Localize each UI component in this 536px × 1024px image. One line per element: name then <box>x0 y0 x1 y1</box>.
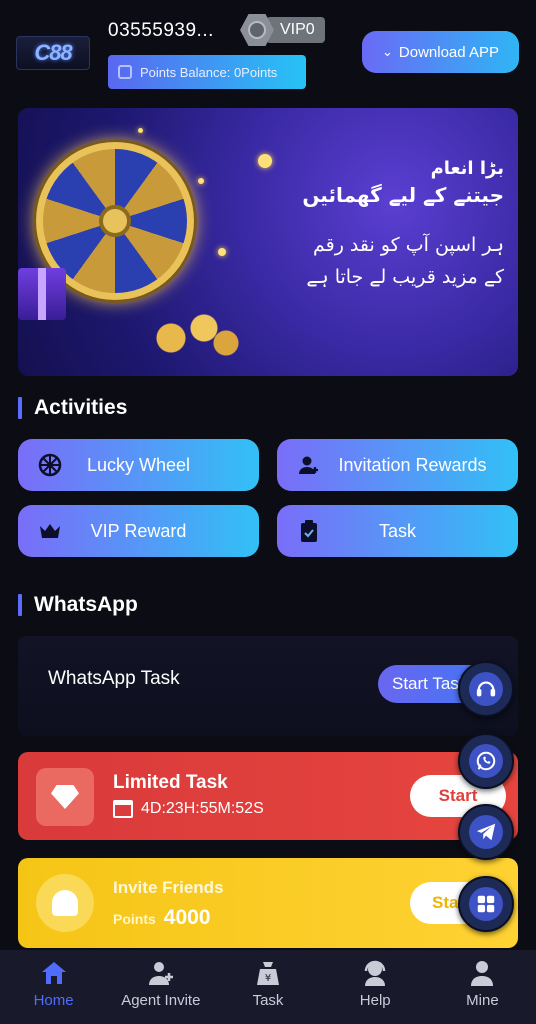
telegram-float-button[interactable] <box>458 804 514 860</box>
nav-agent-invite[interactable]: Agent Invite <box>107 950 214 1024</box>
nav-mine[interactable]: Mine <box>429 950 536 1024</box>
whatsapp-task-label: WhatsApp Task <box>48 668 180 689</box>
whatsapp-task-card: WhatsApp Task Start Task <box>18 636 518 736</box>
nav-task[interactable]: ¥ Task <box>214 950 321 1024</box>
nav-home[interactable]: Home <box>0 950 107 1024</box>
apps-grid-icon <box>469 887 503 921</box>
bottom-nav: Home Agent Invite ¥ Task Help Mine <box>0 950 536 1024</box>
whatsapp-title: WhatsApp <box>18 593 138 617</box>
whatsapp-float-button[interactable] <box>458 733 514 789</box>
clipboard-check-icon <box>297 519 321 543</box>
vip-reward-button[interactable]: VIP Reward <box>18 505 259 557</box>
promo-banner[interactable]: بڑا انعام جیتنے کے لیے گھمائیں ہر اسپن آ… <box>18 108 518 376</box>
calendar-icon <box>113 800 133 818</box>
wallet-icon <box>118 65 132 79</box>
agent-invite-icon <box>147 958 175 988</box>
logo-text: C88 <box>34 40 72 65</box>
task-bag-icon: ¥ <box>254 958 282 988</box>
activities-title: Activities <box>18 396 127 420</box>
whatsapp-icon <box>469 744 503 778</box>
coin-sparkle <box>138 128 143 133</box>
support-icon <box>469 672 503 706</box>
apps-float-button[interactable] <box>458 876 514 932</box>
nav-mine-label: Mine <box>466 992 499 1009</box>
banner-line-1: بڑا انعام <box>430 158 504 179</box>
coins-graphic <box>138 308 248 358</box>
user-icon <box>36 874 94 932</box>
app-logo: C88 <box>16 36 90 70</box>
vip-badge[interactable]: VIP0 <box>240 12 325 48</box>
nav-help[interactable]: Help <box>322 950 429 1024</box>
user-phone: 03555939... <box>108 20 214 41</box>
chevron-down-icon: ⌄ <box>382 44 393 59</box>
help-icon <box>361 958 389 988</box>
coin-sparkle <box>218 248 226 256</box>
points-balance-text: Points Balance: 0Points <box>140 64 278 80</box>
svg-text:¥: ¥ <box>265 973 271 984</box>
points-value: 4000 <box>163 906 211 929</box>
banner-line-2: جیتنے کے لیے گھمائیں <box>302 183 504 207</box>
lucky-wheel-button[interactable]: Lucky Wheel <box>18 439 259 491</box>
support-button[interactable] <box>458 661 514 717</box>
invite-friends-points: Points 4000 <box>113 906 211 930</box>
points-label: Points <box>113 911 156 927</box>
crown-icon <box>38 519 62 543</box>
points-balance[interactable]: Points Balance: 0Points <box>108 55 306 89</box>
download-app-label: Download APP <box>398 43 499 61</box>
limited-task-countdown: 4D:23H:55M:52S <box>113 800 264 818</box>
limited-task-card: Limited Task 4D:23H:55M:52S Start <box>18 752 518 840</box>
download-app-button[interactable]: ⌄ Download APP <box>362 31 519 73</box>
user-plus-icon <box>297 453 321 477</box>
header: C88 03555939... VIP0 Points Balance: 0Po… <box>0 0 536 100</box>
task-button[interactable]: Task <box>277 505 518 557</box>
invite-friends-card: Invite Friends Points 4000 Start <box>18 858 518 948</box>
nav-task-label: Task <box>252 992 284 1009</box>
invitation-rewards-button[interactable]: Invitation Rewards <box>277 439 518 491</box>
countdown-text: 4D:23H:55M:52S <box>141 800 264 817</box>
user-icon <box>468 958 496 988</box>
wheel-icon <box>38 453 62 477</box>
nav-agent-invite-label: Agent Invite <box>121 992 201 1009</box>
banner-line-4: کے مزید قریب لے جاتا ہے <box>306 266 504 288</box>
telegram-icon <box>469 815 503 849</box>
limited-task-title: Limited Task <box>113 772 228 793</box>
app-page: C88 03555939... VIP0 Points Balance: 0Po… <box>0 0 536 1024</box>
banner-text: بڑا انعام جیتنے کے لیے گھمائیں ہر اسپن آ… <box>264 158 504 293</box>
home-icon <box>40 958 68 988</box>
gift-box-graphic <box>18 268 66 320</box>
coin-sparkle <box>198 178 204 184</box>
banner-line-3: ہر اسپن آپ کو نقد رقم <box>312 234 504 256</box>
vip-level: VIP0 <box>266 17 325 43</box>
diamond-icon <box>36 768 94 826</box>
nav-help-label: Help <box>359 992 391 1009</box>
nav-home-label: Home <box>33 992 74 1009</box>
invite-friends-title: Invite Friends <box>113 878 224 897</box>
